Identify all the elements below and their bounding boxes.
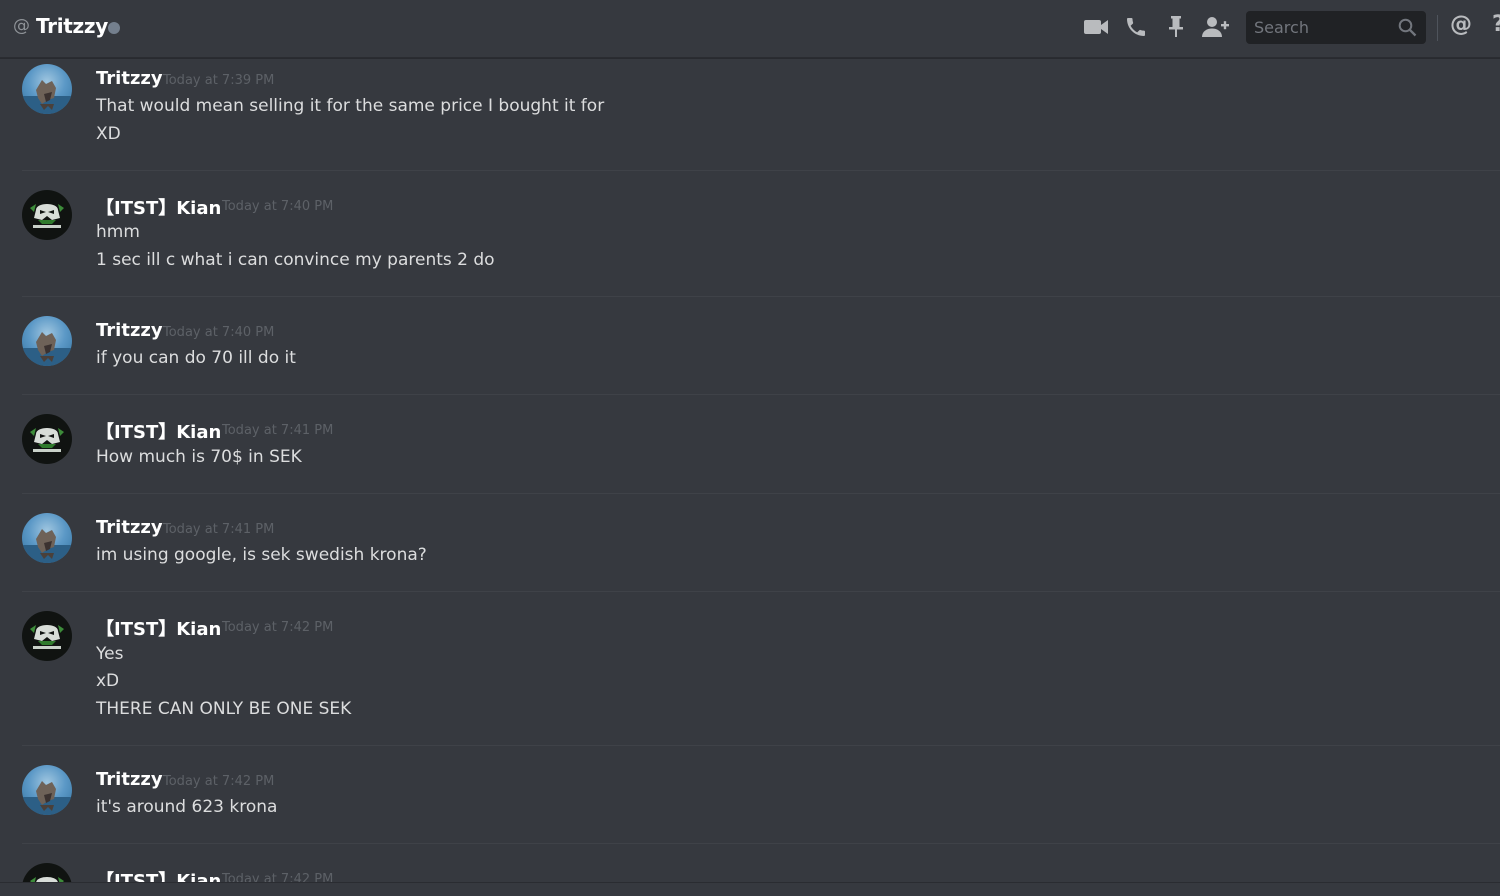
message-author[interactable]: 【ITST】Kian [96,615,221,641]
intensity-logo-icon [30,428,64,452]
avatar-kian[interactable] [22,863,72,882]
message-group: 【ITST】Kian Today at 7:41 PM How much is … [0,408,1500,493]
search-icon [1398,18,1417,41]
message-text: That would mean selling it for the same … [96,96,605,116]
message-timestamp: Today at 7:39 PM [163,73,275,88]
help-icon[interactable]: ? [1492,12,1500,37]
message-text: if you can do 70 ill do it [96,348,296,368]
header-divider [1437,15,1438,41]
video-call-icon[interactable] [1082,12,1110,42]
avatar-kian[interactable] [22,190,72,240]
search-box[interactable] [1246,11,1426,44]
message-group: Tritzzy Today at 7:39 PM That would mean… [0,58,1500,170]
message-timestamp: Today at 7:41 PM [222,423,334,438]
avatar-tritzzy[interactable] [22,316,72,366]
chat-footer [0,882,1500,896]
intensity-logo-icon [30,204,64,228]
app-window: @ Tritzzy @ ? [0,0,1500,896]
message-divider [22,745,1500,746]
message-author[interactable]: 【ITST】Kian [96,418,221,444]
message-text: THERE CAN ONLY BE ONE SEK [96,699,352,719]
message-timestamp: Today at 7:40 PM [163,325,275,340]
message-author[interactable]: Tritzzy [96,68,163,89]
dm-recipient-name[interactable]: Tritzzy [36,14,108,38]
search-input[interactable] [1246,11,1396,44]
intensity-logo-icon [30,877,64,882]
message-group: Tritzzy Today at 7:40 PM if you can do 7… [0,310,1500,394]
message-author[interactable]: Tritzzy [96,320,163,341]
message-timestamp: Today at 7:42 PM [163,774,275,789]
message-group: 【ITST】Kian Today at 7:42 PM [0,857,1500,882]
wolf-avatar-icon [22,80,72,114]
add-friend-icon[interactable] [1200,12,1232,42]
message-author[interactable]: Tritzzy [96,769,163,790]
message-author[interactable]: Tritzzy [96,517,163,538]
wolf-avatar-icon [22,332,72,366]
wolf-avatar-icon [22,781,72,815]
mentions-icon[interactable]: @ [1450,12,1472,37]
message-group: Tritzzy Today at 7:42 PM it's around 623… [0,759,1500,843]
message-list: Tritzzy Today at 7:39 PM That would mean… [0,58,1500,882]
message-group: 【ITST】Kian Today at 7:42 PM Yes xD THERE… [0,605,1500,745]
message-group: 【ITST】Kian Today at 7:40 PM hmm 1 sec il… [0,184,1500,296]
message-text: XD [96,124,121,144]
message-text: xD [96,671,120,691]
avatar-tritzzy[interactable] [22,513,72,563]
message-text: How much is 70$ in SEK [96,447,302,467]
avatar-tritzzy[interactable] [22,765,72,815]
message-timestamp: Today at 7:42 PM [222,872,334,882]
dm-at-icon: @ [13,16,30,36]
message-divider [22,296,1500,297]
message-text: Yes [96,644,124,664]
message-timestamp: Today at 7:40 PM [222,199,334,214]
pin-icon[interactable] [1162,12,1190,42]
message-divider [22,394,1500,395]
voice-call-icon[interactable] [1122,12,1150,42]
message-text: im using google, is sek swedish krona? [96,545,427,565]
wolf-avatar-icon [22,529,72,563]
avatar-kian[interactable] [22,414,72,464]
message-author[interactable]: 【ITST】Kian [96,194,221,220]
avatar-kian[interactable] [22,611,72,661]
status-indicator [108,22,120,34]
message-text: 1 sec ill c what i can convince my paren… [96,250,495,270]
message-timestamp: Today at 7:42 PM [222,620,334,635]
message-group: Tritzzy Today at 7:41 PM im using google… [0,507,1500,591]
message-author[interactable]: 【ITST】Kian [96,867,221,882]
intensity-logo-icon [30,625,64,649]
message-text: it's around 623 krona [96,797,278,817]
message-timestamp: Today at 7:41 PM [163,522,275,537]
message-text: hmm [96,222,140,242]
message-divider [22,591,1500,592]
message-divider [22,493,1500,494]
message-divider [22,843,1500,844]
message-divider [22,170,1500,171]
avatar-tritzzy[interactable] [22,64,72,114]
channel-header: @ Tritzzy @ ? [0,0,1500,58]
